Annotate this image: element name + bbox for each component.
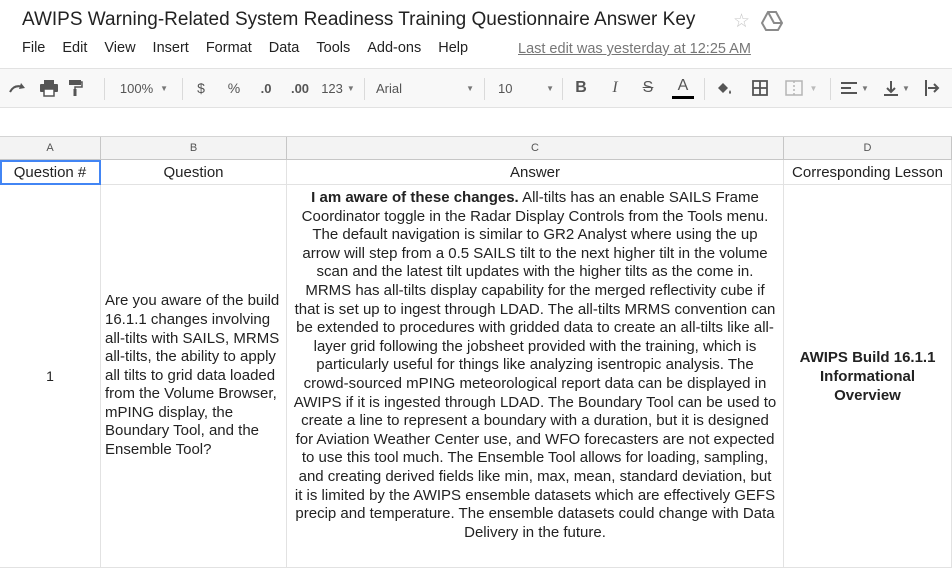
percent-button[interactable]: %	[223, 69, 245, 107]
chevron-down-icon: ▼	[466, 83, 474, 93]
zoom-value: 100%	[119, 80, 154, 96]
print-icon[interactable]	[37, 69, 61, 107]
column-header-d[interactable]: D	[784, 137, 952, 160]
menu-tools[interactable]: Tools	[316, 40, 350, 60]
question-text: Are you aware of the build 16.1.1 change…	[105, 292, 280, 459]
font-size-value: 10	[498, 80, 513, 96]
zoom-select[interactable]: 100% ▼	[113, 69, 175, 107]
cell-c2[interactable]: I am aware of these changes. All-tilts h…	[287, 185, 784, 568]
cell-b2[interactable]: Are you aware of the build 16.1.1 change…	[101, 185, 287, 568]
column-header-c[interactable]: C	[287, 137, 784, 160]
more-formats-button[interactable]: 123 ▼	[318, 69, 358, 107]
italic-button[interactable]: I	[604, 69, 626, 107]
increase-decimal-button[interactable]: .00	[287, 69, 313, 107]
menu-insert[interactable]: Insert	[153, 40, 189, 60]
text-color-button[interactable]: A	[670, 69, 696, 107]
more-formats-label: 123	[321, 80, 343, 96]
paint-format-icon[interactable]	[63, 69, 87, 107]
cell-d1[interactable]: Corresponding Lesson	[784, 160, 952, 185]
menu-view[interactable]: View	[104, 40, 135, 60]
menu-addons[interactable]: Add-ons	[367, 40, 421, 60]
answer-text: All-tilts has an enable SAILS Frame Coor…	[293, 189, 777, 541]
text-wrap-icon[interactable]	[920, 69, 946, 107]
cell-c1[interactable]: Answer	[287, 160, 784, 185]
menu-format[interactable]: Format	[206, 40, 252, 60]
cell-a2[interactable]: 1	[0, 185, 101, 568]
decrease-decimal-button[interactable]: .0	[254, 69, 278, 107]
merge-cells-icon	[784, 80, 803, 96]
toolbar: 100% ▼ $ % .0 .00 123 ▼ Arial ▼ 10 ▼ B I S A…	[0, 68, 952, 108]
last-edit-link[interactable]: Last edit was yesterday at 12:25 AM	[518, 41, 751, 57]
chevron-down-icon: ▼	[346, 83, 355, 93]
currency-button[interactable]: $	[190, 69, 212, 107]
menu-file[interactable]: File	[22, 40, 45, 60]
column-header-b[interactable]: B	[101, 137, 287, 160]
column-header-a[interactable]: A	[0, 137, 101, 160]
align-bottom-icon	[884, 81, 899, 96]
cell-d2[interactable]: AWIPS Build 16.1.1 Informational Overvie…	[784, 185, 952, 568]
lesson-text: AWIPS Build 16.1.1 Informational Overvie…	[799, 348, 936, 404]
text-color-icon: A	[677, 76, 689, 94]
align-left-icon	[841, 82, 858, 94]
chevron-down-icon: ▼	[160, 83, 169, 93]
menu-help[interactable]: Help	[438, 40, 468, 60]
chevron-down-icon: ▼	[861, 83, 869, 93]
bold-button[interactable]: B	[570, 69, 592, 107]
borders-icon[interactable]	[748, 69, 772, 107]
horizontal-align-button[interactable]: ▼	[838, 69, 872, 107]
cell-a1[interactable]: Question #	[0, 160, 101, 185]
color-swatch	[672, 95, 694, 99]
star-icon[interactable]: ☆	[733, 10, 750, 33]
font-select[interactable]: Arial ▼	[376, 69, 474, 107]
font-value: Arial	[376, 80, 403, 96]
merge-cells-button[interactable]: ▼	[780, 69, 822, 107]
chevron-down-icon: ▼	[902, 83, 910, 93]
drive-icon[interactable]	[761, 11, 783, 31]
chevron-down-icon: ▼	[546, 83, 554, 93]
answer-bold-text: I am aware of these changes.	[311, 189, 519, 206]
document-title[interactable]: AWIPS Warning-Related System Readiness T…	[22, 9, 695, 31]
menu-bar: File Edit View Insert Format Data Tools …	[22, 40, 485, 60]
menu-edit[interactable]: Edit	[62, 40, 87, 60]
font-size-select[interactable]: 10 ▼	[498, 69, 554, 107]
strikethrough-button[interactable]: S	[637, 69, 659, 107]
redo-icon[interactable]	[6, 69, 30, 107]
cell-b1[interactable]: Question	[101, 160, 287, 185]
menu-data[interactable]: Data	[269, 40, 300, 60]
formula-bar[interactable]	[0, 108, 952, 137]
chevron-down-icon: ▼	[809, 83, 818, 93]
vertical-align-button[interactable]: ▼	[880, 69, 914, 107]
fill-color-icon[interactable]	[712, 69, 736, 107]
